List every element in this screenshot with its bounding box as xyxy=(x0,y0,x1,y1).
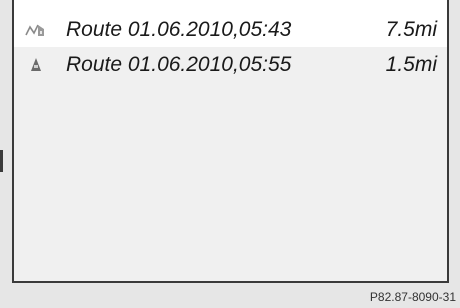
route-list: Route 01.06.2010,05:43 7.5mi Route 01.06… xyxy=(12,0,449,283)
route-name: Route 01.06.2010,05:55 xyxy=(66,53,292,76)
list-top-area xyxy=(14,0,447,12)
route-distance: 1.5mi xyxy=(385,53,437,76)
route-distance: 7.5mi xyxy=(385,18,437,41)
route-list-item-1[interactable]: Route 01.06.2010,05:43 7.5mi xyxy=(14,12,447,48)
frame-notch xyxy=(0,150,3,172)
route-name: Route 01.06.2010,05:43 xyxy=(66,18,292,41)
route-list-item-2[interactable]: Route 01.06.2010,05:55 1.5mi xyxy=(14,47,447,83)
figure-reference-code: P82.87-8090-31 xyxy=(369,290,456,304)
route-track-icon xyxy=(22,20,50,40)
navigation-screen: Route 01.06.2010,05:43 7.5mi Route 01.06… xyxy=(0,0,460,308)
route-marker-icon xyxy=(22,55,50,75)
